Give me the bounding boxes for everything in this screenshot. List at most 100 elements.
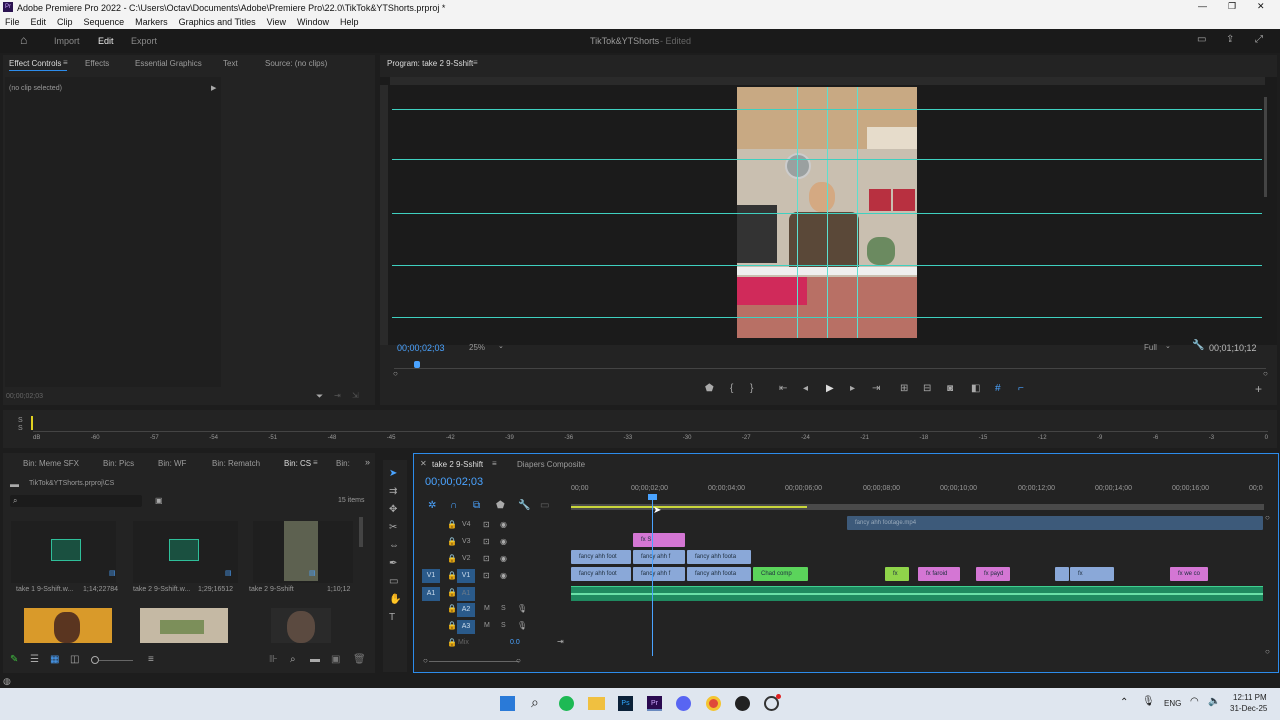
snap-guides-icon[interactable]: ⌐ <box>1018 384 1024 394</box>
lock-icon[interactable]: 🔒 <box>447 520 457 530</box>
track-label-a2[interactable]: A2 <box>457 603 475 617</box>
bin-item-thumb[interactable] <box>140 608 228 643</box>
icon-view-icon[interactable]: ▦ <box>50 655 59 665</box>
tab-effect-controls[interactable]: Effect Controls <box>9 59 61 68</box>
go-to-out-icon[interactable]: ⇥ <box>872 384 880 394</box>
clip-v1a[interactable]: fancy ahh foot <box>571 567 631 581</box>
clip-v1-small[interactable] <box>1055 567 1069 581</box>
add-marker-timeline-icon[interactable]: ⬟ <box>496 501 505 511</box>
clock-app-icon[interactable] <box>735 696 750 711</box>
timeline-vscroll-handle-icon[interactable]: ○ <box>1265 513 1270 523</box>
tab-sequence-take2[interactable]: take 2 9-Sshift <box>432 460 483 469</box>
rectangle-tool-icon[interactable]: ▭ <box>389 577 398 587</box>
slip-tool-icon[interactable]: ⇔ <box>389 541 399 551</box>
clock-time[interactable]: 12:11 PM <box>1233 693 1267 702</box>
snap-icon[interactable]: ∩ <box>450 501 457 511</box>
tab-effects[interactable]: Effects <box>85 59 109 68</box>
eye-icon[interactable]: ◉ <box>500 520 507 530</box>
clip-v3[interactable]: fx S <box>633 533 685 547</box>
bin-search-input[interactable]: ⌕ <box>10 495 142 507</box>
menu-markers[interactable]: Markers <box>135 17 168 27</box>
guides-toggle-icon[interactable]: # <box>995 384 1001 394</box>
mic-icon[interactable]: 🎙 <box>517 604 527 614</box>
eye-icon[interactable]: ◉ <box>500 537 507 547</box>
timeline-ruler[interactable]: 00;00 00;00;02;00 00;00;04;00 00;00;06;0… <box>571 484 1266 510</box>
clip-v1e[interactable]: fx <box>885 567 909 581</box>
timeline-timecode[interactable]: 00;00;02;03 <box>425 476 483 488</box>
bin-scrollbar[interactable] <box>359 517 363 547</box>
expand-arrow-icon[interactable]: ▶ <box>211 84 216 94</box>
export-tab[interactable]: Export <box>131 36 157 46</box>
clip-v1f[interactable]: fx faroid <box>918 567 960 581</box>
track-label-v1[interactable]: V1 <box>457 569 475 583</box>
sync-lock-icon[interactable]: ⊡ <box>483 520 490 530</box>
windows-start-icon[interactable] <box>500 696 515 711</box>
clock-date[interactable]: 31-Dec-25 <box>1230 704 1267 713</box>
menu-edit[interactable]: Edit <box>31 17 47 27</box>
lock-icon[interactable]: 🔒 <box>447 571 457 581</box>
find-icon[interactable]: ⌕ <box>290 655 296 665</box>
mic-icon[interactable]: 🎙 <box>517 621 527 631</box>
source-patch-v1[interactable]: V1 <box>422 569 440 583</box>
zoom-start-handle-icon[interactable]: ○ <box>423 656 428 666</box>
workspaces-icon[interactable]: ▭ <box>1197 35 1206 45</box>
share-icon[interactable]: ⇪ <box>1226 35 1234 45</box>
premiere-taskbar-icon[interactable]: Pr <box>647 696 662 711</box>
timeline-tracks-area[interactable]: fancy ahh footage.mp4 fx S fancy ahh foo… <box>571 516 1263 648</box>
tab-bin-pics[interactable]: Bin: Pics <box>103 459 134 468</box>
sync-lock-icon[interactable]: ⊡ <box>483 571 490 581</box>
add-marker-icon[interactable]: ⬟ <box>705 384 714 394</box>
program-mini-ruler[interactable] <box>394 361 1266 369</box>
tray-chevron-icon[interactable]: ⌃ <box>1120 697 1128 708</box>
mic-tray-icon[interactable]: 🎙 <box>1142 696 1155 707</box>
audio-clip-a1[interactable] <box>571 586 1263 601</box>
bin-item-thumb[interactable]: ▤ <box>11 521 116 583</box>
tab-diapers-composite[interactable]: Diapers Composite <box>517 460 585 469</box>
tab-bin-more[interactable]: Bin: <box>336 459 350 468</box>
mix-go-end-icon[interactable]: ⇥ <box>557 637 564 647</box>
close-button[interactable]: ✕ <box>1257 1 1265 12</box>
new-bin-icon[interactable]: ▣ <box>155 496 163 506</box>
selection-tool-icon[interactable]: ➤ <box>389 469 397 479</box>
zoom-select[interactable]: 25% <box>469 343 485 352</box>
tab-essential-graphics[interactable]: Essential Graphics <box>135 59 202 68</box>
sequence-menu-icon[interactable]: ≡ <box>492 459 497 469</box>
hand-tool-icon[interactable]: ✋ <box>389 595 401 605</box>
step-forward-icon[interactable]: ▸ <box>850 384 855 394</box>
lock-icon[interactable]: 🔒 <box>447 537 457 547</box>
menu-icon[interactable]: ≡ <box>63 58 68 68</box>
edit-tab[interactable]: Edit <box>98 36 114 46</box>
tab-bin-rematch[interactable]: Bin: Rematch <box>212 459 260 468</box>
lock-icon[interactable]: 🔒 <box>447 638 457 648</box>
freeform-view-icon[interactable]: ◫ <box>70 655 79 665</box>
search-taskbar-icon[interactable]: ⌕ <box>531 694 539 711</box>
program-tab[interactable]: Program: take 2 9-Sshift <box>387 59 473 68</box>
clip-v2c[interactable]: fancy ahh foota <box>687 550 751 564</box>
chrome-icon[interactable] <box>706 696 721 711</box>
bin-item-thumb[interactable] <box>24 608 112 643</box>
close-sequence-icon[interactable]: ✕ <box>420 459 427 469</box>
play-icon[interactable]: ▶ <box>826 384 834 394</box>
type-tool-icon[interactable]: T <box>389 613 395 623</box>
extract-icon[interactable]: ⊟ <box>923 384 931 394</box>
clip-v1g[interactable]: fx payd <box>976 567 1010 581</box>
lock-icon[interactable]: 🔒 <box>447 621 457 631</box>
filter-icon[interactable]: ⏷ <box>316 391 323 401</box>
bin-item-thumb[interactable]: ▤ <box>253 521 353 583</box>
volume-icon[interactable]: 🔈 <box>1208 696 1220 707</box>
meter-solo-s[interactable]: S <box>18 417 23 424</box>
mute-button[interactable]: M <box>484 605 490 612</box>
export-frame-camera-icon[interactable]: ◙ <box>947 384 953 394</box>
file-explorer-icon[interactable] <box>588 697 605 710</box>
pencil-icon[interactable]: ✎ <box>10 655 18 665</box>
timeline-playhead[interactable] <box>652 496 653 656</box>
menu-file[interactable]: File <box>5 17 20 27</box>
ripple-edit-tool-icon[interactable]: ✥ <box>389 505 397 515</box>
fullscreen-icon[interactable]: ⤢ <box>1255 35 1263 45</box>
ruler-start-handle-icon[interactable]: ○ <box>393 369 398 379</box>
clip-v2b[interactable]: fancy ahh f <box>633 550 685 564</box>
mute-button[interactable]: M <box>484 622 490 629</box>
clip-v1h[interactable]: fx <box>1070 567 1114 581</box>
discord-icon[interactable] <box>676 696 691 711</box>
menu-window[interactable]: Window <box>297 17 329 27</box>
